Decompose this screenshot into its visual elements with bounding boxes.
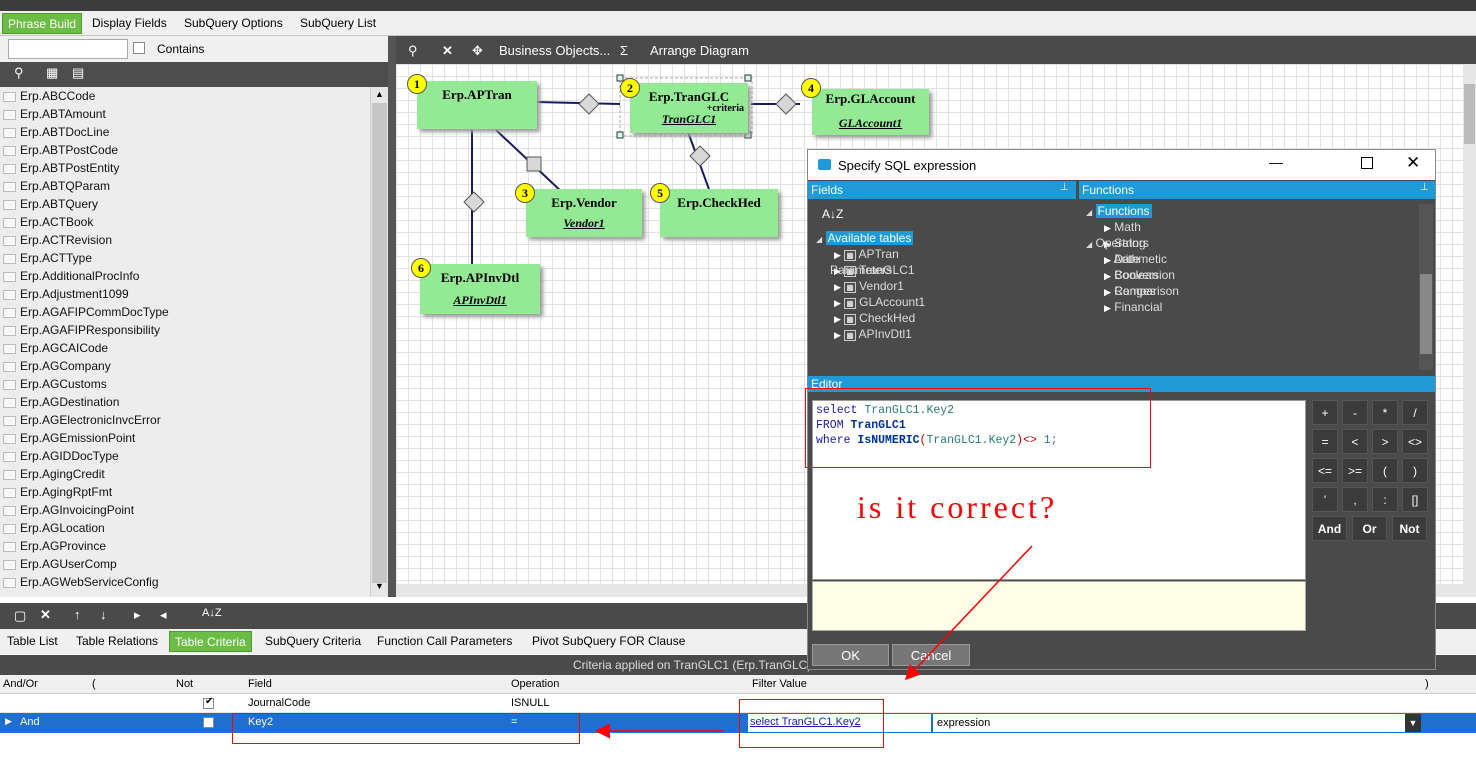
annotation-arrows bbox=[595, 545, 1033, 739]
